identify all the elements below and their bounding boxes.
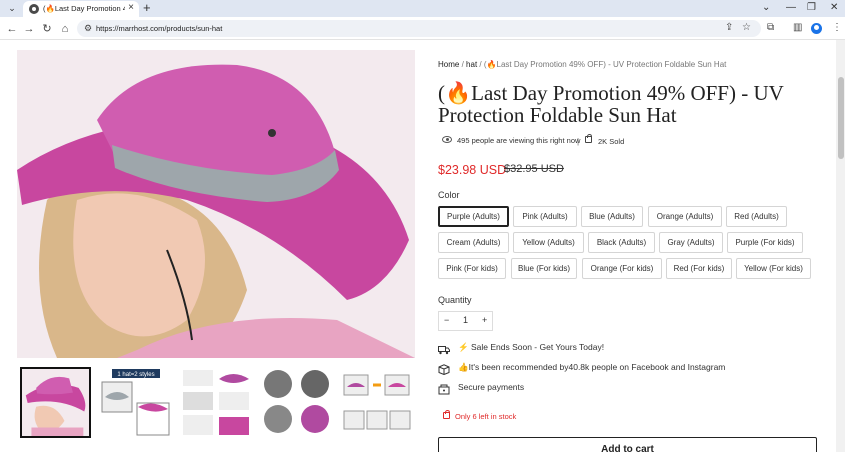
breadcrumb-separator: / <box>461 60 464 69</box>
color-option[interactable]: Pink (Adults) <box>513 206 577 227</box>
breadcrumb-home[interactable]: Home <box>438 60 459 69</box>
forward-icon[interactable]: → <box>22 22 36 36</box>
thumbnail-3[interactable] <box>181 367 252 438</box>
breadcrumb-separator: / <box>479 60 482 69</box>
bolt-icon: ⚡ <box>458 342 469 352</box>
thumbnail-5[interactable] <box>341 367 412 438</box>
truck-icon <box>438 342 450 355</box>
bag-icon <box>585 134 592 143</box>
quantity-value[interactable]: 1 <box>463 315 468 325</box>
plus-icon[interactable]: + <box>143 0 151 16</box>
divider: | <box>577 137 580 146</box>
svg-text:1 hat=2 styles: 1 hat=2 styles <box>117 372 154 378</box>
tab-title: (🔥Last Day Promotion 49% OF <box>43 4 125 13</box>
color-option[interactable]: Blue (For kids) <box>511 258 577 279</box>
close-icon[interactable]: ✕ <box>830 1 838 15</box>
profile-icon[interactable] <box>811 23 822 34</box>
scrollbar-thumb[interactable] <box>838 77 844 159</box>
color-option[interactable]: Yellow (Adults) <box>513 232 584 253</box>
back-icon[interactable]: ← <box>5 22 19 36</box>
color-option[interactable]: Yellow (For kids) <box>736 258 811 279</box>
plus-icon[interactable]: + <box>482 315 487 325</box>
url-text[interactable]: https://marrhost.com/products/sun-hat <box>96 24 222 33</box>
compare-price: $32.95 USD <box>504 163 564 175</box>
color-option[interactable]: Gray (Adults) <box>659 232 723 253</box>
active-tab[interactable]: (🔥Last Day Promotion 49% OF × <box>23 1 139 17</box>
thumbnail-1[interactable] <box>20 367 91 438</box>
chevron-down-icon[interactable]: ⌄ <box>762 1 770 15</box>
recommended-text: 👍It's been recommended by40.8k people on… <box>458 362 725 373</box>
viewing-count: 495 people are viewing this right now <box>457 136 581 145</box>
color-option[interactable]: Purple (For kids) <box>727 232 803 253</box>
extensions-icon[interactable]: ⧉ <box>767 22 774 34</box>
tab-strip: ⌄ (🔥Last Day Promotion 49% OF × + ⌄ — ❐ … <box>0 0 845 17</box>
close-icon[interactable]: × <box>128 2 134 13</box>
menu-icon[interactable]: ⋮ <box>832 22 842 34</box>
bag-icon <box>443 410 450 419</box>
minimize-icon[interactable]: — <box>786 1 796 15</box>
color-option[interactable]: Purple (Adults) <box>438 206 509 227</box>
recommended-label: It's been recommended by40.8k people on … <box>468 362 726 372</box>
add-to-cart-button[interactable]: Add to cart <box>438 437 817 452</box>
breadcrumb-hat[interactable]: hat <box>466 60 477 69</box>
secure-payments-text: Secure payments <box>458 382 525 392</box>
star-icon[interactable]: ☆ <box>742 22 751 33</box>
breadcrumb-current: (🔥Last Day Promotion 49% OFF) - UV Prote… <box>483 60 727 69</box>
quantity-label: Quantity <box>438 295 472 305</box>
thumbnail-2[interactable]: 1 hat=2 styles <box>100 367 171 438</box>
color-option[interactable]: Cream (Adults) <box>438 232 509 253</box>
reload-icon[interactable]: ↻ <box>40 22 54 36</box>
sold-count: 2K Sold <box>598 137 625 146</box>
color-option[interactable]: Black (Adults) <box>588 232 655 253</box>
chevron-down-icon[interactable]: ⌄ <box>6 2 18 14</box>
thumbnail-4[interactable] <box>261 367 332 438</box>
home-icon[interactable]: ⌂ <box>58 22 72 36</box>
share-icon[interactable]: ⇪ <box>725 22 733 33</box>
restore-icon[interactable]: ❐ <box>807 1 816 15</box>
thumbs-up-icon: 👍 <box>458 362 469 372</box>
thumbnail-gallery: 1 hat=2 styles <box>20 367 420 447</box>
sale-ends-text: ⚡ Sale Ends Soon - Get Yours Today! <box>458 342 604 353</box>
page-content: 1 hat=2 styles Home / hat / (🔥Last Day P… <box>0 40 845 452</box>
main-product-image[interactable] <box>17 50 415 358</box>
color-option[interactable]: Blue (Adults) <box>581 206 643 227</box>
color-option[interactable]: Orange (For kids) <box>582 258 662 279</box>
color-option[interactable]: Pink (For kids) <box>438 258 506 279</box>
eye-icon <box>442 136 452 143</box>
sidebar-icon[interactable]: ▥ <box>793 22 802 34</box>
quantity-stepper: − 1 + <box>438 311 493 331</box>
secure-icon <box>438 382 450 395</box>
color-option[interactable]: Red (Adults) <box>726 206 787 227</box>
browser-toolbar: ← → ↻ ⌂ ⚙ https://marrhost.com/products/… <box>0 17 845 40</box>
favicon-icon <box>29 4 39 14</box>
box-icon <box>438 362 450 376</box>
stock-warning: Only 6 left in stock <box>455 412 517 421</box>
minus-icon[interactable]: − <box>444 315 449 325</box>
color-option[interactable]: Red (For kids) <box>666 258 732 279</box>
color-label: Color <box>438 190 460 200</box>
address-bar[interactable]: ⚙ https://marrhost.com/products/sun-hat … <box>77 20 761 37</box>
breadcrumb: Home / hat / (🔥Last Day Promotion 49% OF… <box>438 60 726 69</box>
sale-price: $23.98 USD <box>438 163 507 177</box>
site-info-icon[interactable]: ⚙ <box>84 23 92 34</box>
product-title: (🔥Last Day Promotion 49% OFF) - UV Prote… <box>438 81 784 127</box>
color-option[interactable]: Orange (Adults) <box>648 206 722 227</box>
scrollbar[interactable] <box>836 40 845 452</box>
sale-ends-label: Sale Ends Soon - Get Yours Today! <box>470 342 605 352</box>
